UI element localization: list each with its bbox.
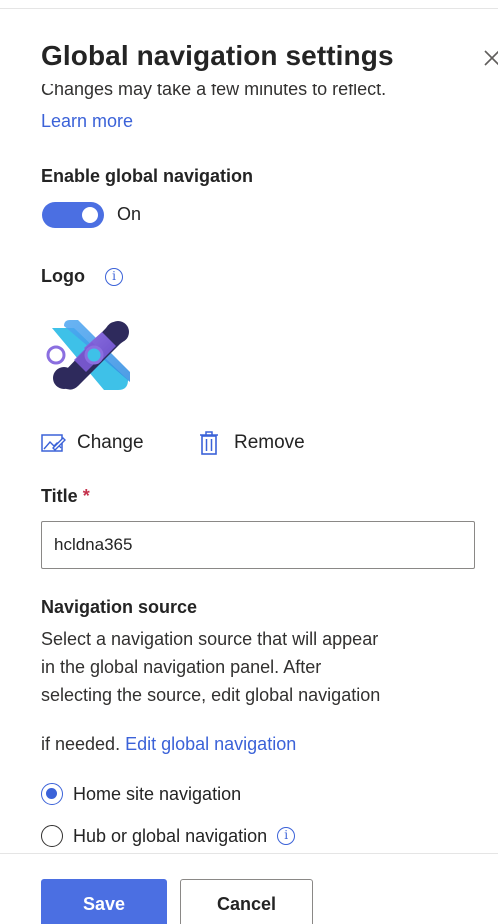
radio-button-checked[interactable] — [41, 783, 63, 805]
radio-home-site-navigation[interactable]: Home site navigation — [41, 783, 241, 805]
close-icon[interactable] — [480, 46, 498, 70]
hub-navigation-info-icon[interactable]: i — [277, 827, 296, 845]
help-line: Select a navigation source that will app… — [41, 629, 379, 649]
top-divider — [0, 8, 498, 9]
panel-title: Global navigation settings — [41, 40, 394, 71]
toggle-state-text: On — [117, 204, 142, 224]
radio-hub-or-global-navigation[interactable]: Hub or global navigation i — [41, 825, 296, 847]
navigation-source-help-last: if needed. Edit global navigation — [41, 730, 481, 758]
toggle-knob — [82, 207, 98, 223]
radio-label: Hub or global navigation — [73, 825, 268, 846]
navigation-source-help: Select a navigation source that will app… — [41, 625, 481, 709]
logo-label: Logo — [41, 266, 85, 286]
title-input[interactable] — [41, 521, 475, 569]
radio-button-unchecked[interactable] — [41, 825, 63, 847]
enable-global-navigation-label: Enable global navigation — [41, 166, 254, 186]
site-logo-image — [46, 320, 130, 390]
navigation-source-label: Navigation source — [41, 597, 198, 617]
radio-label: Home site navigation — [73, 783, 242, 804]
title-label-text: Title — [41, 486, 78, 506]
change-image-icon — [41, 434, 66, 452]
save-button[interactable]: Save — [41, 879, 167, 924]
remove-logo-label: Remove — [234, 432, 305, 453]
title-field-label: Title * — [41, 486, 90, 507]
footer-divider — [0, 853, 498, 854]
edit-global-navigation-link[interactable]: Edit global navigation — [125, 734, 296, 754]
panel-description: Changes may take a few minutes to reflec… — [41, 84, 387, 99]
global-navigation-settings-panel: Global navigation settings Changes may t… — [0, 0, 498, 924]
enable-global-navigation-toggle[interactable] — [42, 202, 104, 228]
logo-info-icon[interactable]: i — [105, 268, 123, 286]
cancel-button[interactable]: Cancel — [180, 879, 313, 924]
change-logo-label: Change — [77, 432, 144, 453]
change-logo-button[interactable]: Change — [41, 430, 144, 456]
trash-icon — [200, 431, 218, 455]
help-line: if needed. — [41, 734, 121, 754]
remove-logo-button[interactable]: Remove — [198, 430, 305, 456]
help-line: in the global navigation panel. After — [41, 657, 322, 677]
help-line: selecting the source, edit global naviga… — [41, 685, 381, 705]
learn-more-link[interactable]: Learn more — [41, 111, 133, 132]
required-marker: * — [82, 486, 90, 506]
